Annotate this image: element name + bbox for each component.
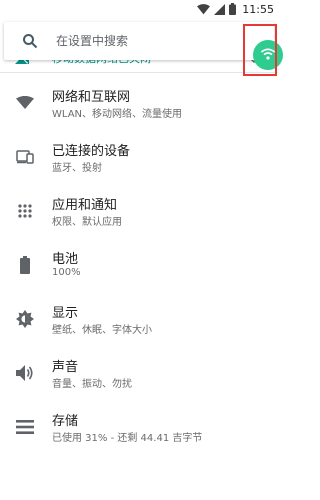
menu-item-title: 电池 [52, 252, 79, 267]
menu-item-storage[interactable]: 存储 已使用 31% - 还剩 44.41 吉字节 [0, 400, 278, 454]
menu-item-subtitle: 权限、默认应用 [52, 217, 122, 228]
menu-item-sound[interactable]: 声音 音量、振动、勿扰 [0, 346, 278, 400]
status-time: 11:55 [242, 2, 274, 16]
signal-icon [214, 0, 226, 19]
menu-item-display[interactable]: 显示 壁纸、休眠、字体大小 [0, 292, 278, 346]
search-icon [22, 33, 38, 53]
storage-icon [14, 400, 36, 454]
wifi-icon [197, 0, 211, 19]
search-bar[interactable] [4, 22, 274, 60]
menu-item-title: 显示 [52, 306, 79, 321]
menu-item-network[interactable]: 网络和互联网 WLAN、移动网络、流量使用 [0, 76, 278, 130]
battery-icon [14, 238, 36, 292]
volume-icon [14, 346, 36, 400]
status-bar: 11:55 [0, 0, 278, 18]
brightness-icon [14, 292, 36, 346]
search-input[interactable] [56, 31, 236, 51]
menu-item-title: 网络和互联网 [52, 90, 131, 105]
menu-item-title: 存储 [52, 414, 79, 429]
menu-item-connected-devices[interactable]: 已连接的设备 蓝牙、投射 [0, 130, 278, 184]
menu-item-title: 应用和通知 [52, 198, 118, 213]
menu-item-apps[interactable]: 应用和通知 权限、默认应用 [0, 184, 278, 238]
wifi-icon [14, 76, 36, 130]
menu-item-title: 已连接的设备 [52, 144, 131, 159]
menu-item-subtitle: 已使用 31% - 还剩 44.41 吉字节 [52, 433, 203, 444]
divider [0, 72, 278, 73]
menu-item-subtitle: WLAN、移动网络、流量使用 [52, 109, 183, 120]
menu-item-subtitle: 壁纸、休眠、字体大小 [52, 325, 152, 336]
apps-icon [14, 184, 36, 238]
menu-item-battery[interactable]: 电池 100% [0, 238, 278, 292]
devices-icon [14, 130, 36, 184]
menu-item-title: 声音 [52, 360, 79, 375]
highlight-frame [243, 24, 277, 76]
menu-item-subtitle: 蓝牙、投射 [52, 163, 102, 174]
status-icons: 11:55 [197, 2, 274, 16]
menu-item-subtitle: 音量、振动、勿扰 [52, 379, 132, 390]
menu-item-subtitle: 100% [52, 267, 81, 278]
battery-icon [229, 0, 237, 19]
